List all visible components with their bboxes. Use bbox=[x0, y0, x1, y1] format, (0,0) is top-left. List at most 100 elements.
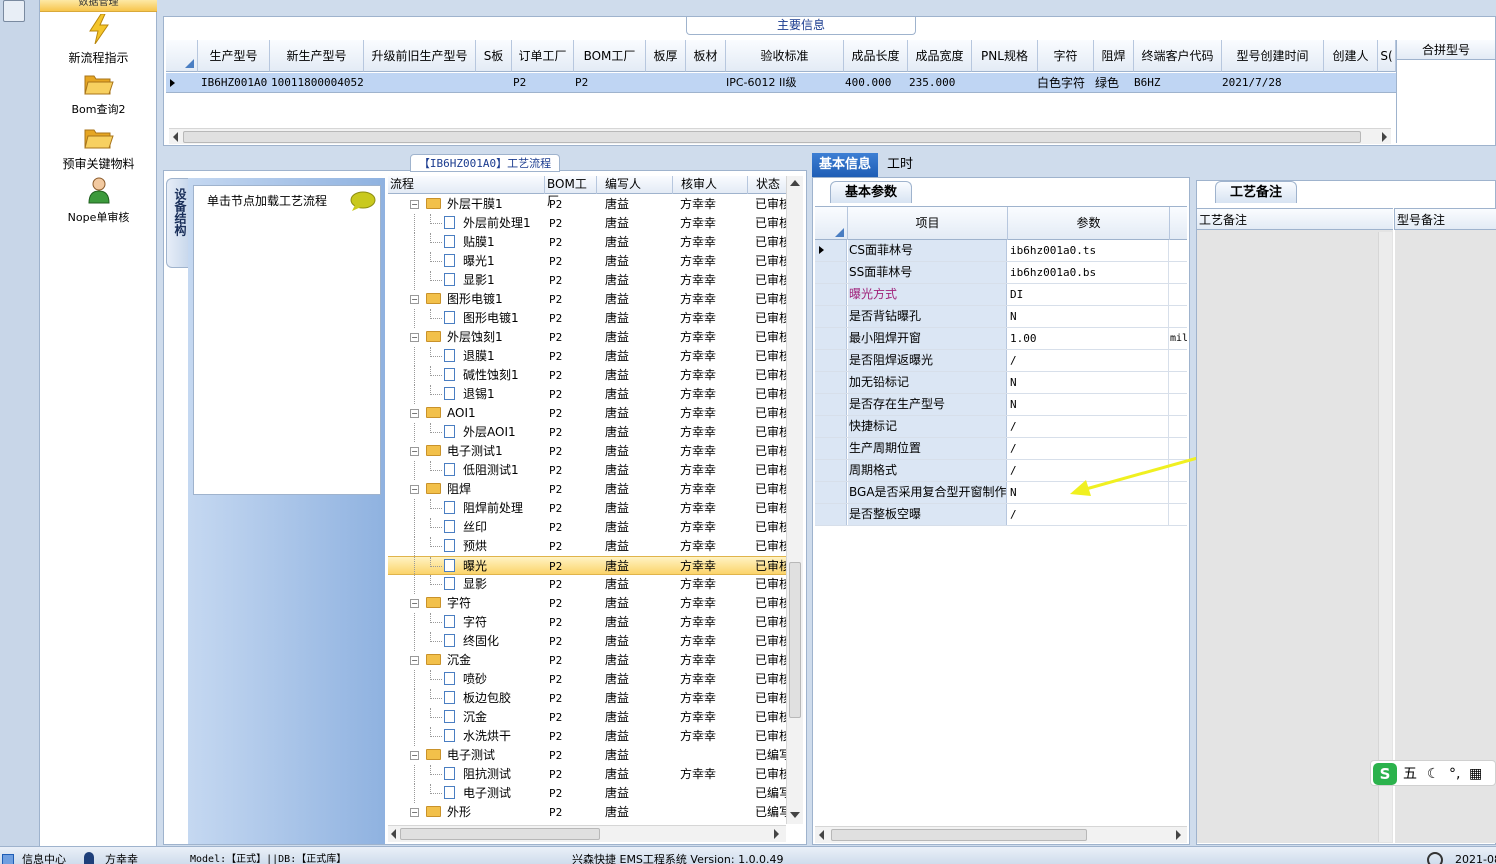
row-header[interactable] bbox=[815, 262, 847, 283]
tree-row[interactable]: 终固化 P2 唐益 方幸幸 已审核 bbox=[388, 632, 786, 651]
horizontal-scrollbar[interactable] bbox=[815, 826, 1187, 843]
scroll-right-arrow-icon[interactable] bbox=[1382, 132, 1387, 142]
row-header[interactable] bbox=[815, 438, 847, 459]
tree-row[interactable]: 沉金 P2 唐益 方幸幸 已审核 bbox=[388, 708, 786, 727]
tab-basic-info[interactable]: 基本信息 bbox=[812, 153, 878, 177]
param-row[interactable]: 曝光方式 DI bbox=[815, 284, 1187, 306]
scroll-left-arrow-icon[interactable] bbox=[391, 829, 396, 839]
collapse-toggle-icon[interactable]: − bbox=[410, 480, 422, 499]
col-header[interactable]: 型号创建时间 bbox=[1222, 40, 1324, 72]
param-row[interactable]: 是否阻焊返曝光 / bbox=[815, 350, 1187, 372]
param-value[interactable]: 1.00 bbox=[1008, 328, 1169, 349]
keyboard-icon[interactable]: ▦ bbox=[1469, 761, 1482, 787]
tab-work-hours[interactable]: 工时 bbox=[880, 153, 920, 177]
tab-process-remarks[interactable]: 工艺备注 bbox=[1215, 181, 1297, 203]
ime-toolbar[interactable]: S 五 ☾ °, ▦ bbox=[1370, 760, 1496, 786]
tree-row[interactable]: 电子测试 P2 唐益 已编写 bbox=[388, 784, 786, 803]
tree-row[interactable]: 低阻测试1 P2 唐益 方幸幸 已审核 bbox=[388, 461, 786, 480]
tree-row[interactable]: − 阻焊 P2 唐益 方幸幸 已审核 bbox=[388, 480, 786, 499]
tree-row[interactable]: 阻抗测试 P2 唐益 方幸幸 已审核 bbox=[388, 765, 786, 784]
param-row[interactable]: CS面菲林号 ib6hz001a0.ts bbox=[815, 240, 1187, 262]
col-header[interactable]: 型号备注 bbox=[1394, 208, 1496, 230]
merge-model-header[interactable]: 合拼型号 bbox=[1397, 40, 1495, 60]
punctuation-icon[interactable]: °, bbox=[1449, 761, 1460, 787]
scroll-thumb[interactable] bbox=[183, 131, 1361, 143]
tree-row[interactable]: 显影1 P2 唐益 方幸幸 已审核 bbox=[388, 271, 786, 290]
row-header[interactable] bbox=[815, 394, 847, 415]
tree-row[interactable]: 丝印 P2 唐益 方幸幸 已审核 bbox=[388, 518, 786, 537]
collapse-toggle-icon[interactable]: − bbox=[410, 594, 422, 613]
row-header[interactable] bbox=[815, 482, 847, 503]
collapse-toggle-icon[interactable]: − bbox=[410, 290, 422, 309]
cell[interactable]: 白色字符 bbox=[1034, 73, 1094, 93]
param-value[interactable]: ib6hz001a0.ts bbox=[1008, 240, 1169, 261]
scroll-up-arrow-icon[interactable] bbox=[790, 180, 800, 186]
param-value[interactable]: / bbox=[1008, 504, 1169, 525]
scroll-left-arrow-icon[interactable] bbox=[173, 132, 178, 142]
horizontal-scrollbar[interactable] bbox=[169, 128, 1391, 144]
param-value[interactable]: N bbox=[1008, 306, 1169, 327]
col-header[interactable]: 阻焊 bbox=[1094, 40, 1134, 72]
tree-row[interactable]: − 外形 P2 唐益 已编写 bbox=[388, 803, 786, 822]
row-header[interactable] bbox=[815, 328, 847, 349]
col-header[interactable]: 编写人 bbox=[597, 176, 673, 194]
horizontal-scrollbar[interactable] bbox=[388, 825, 786, 842]
row-header[interactable] bbox=[815, 372, 847, 393]
row-header[interactable] bbox=[815, 240, 847, 261]
col-header[interactable]: BOM工厂 bbox=[574, 40, 646, 72]
scroll-right-arrow-icon[interactable] bbox=[774, 829, 779, 839]
tree-row[interactable]: − AOI1 P2 唐益 方幸幸 已审核 bbox=[388, 404, 786, 423]
tree-row[interactable]: 曝光1 P2 唐益 方幸幸 已审核 bbox=[388, 252, 786, 271]
tree-row[interactable]: 曝光 P2 唐益 方幸幸 已审核 bbox=[388, 556, 786, 576]
param-row[interactable]: 快捷标记 / bbox=[815, 416, 1187, 438]
collapse-toggle-icon[interactable]: − bbox=[410, 803, 422, 822]
param-value[interactable]: N bbox=[1008, 394, 1169, 415]
col-header[interactable]: 流程 bbox=[388, 176, 545, 194]
col-header[interactable]: 升级前旧生产型号 bbox=[364, 40, 476, 72]
model-remarks-text[interactable] bbox=[1395, 230, 1496, 843]
row-header[interactable] bbox=[815, 306, 847, 327]
tree-row[interactable]: 喷砂 P2 唐益 方幸幸 已审核 bbox=[388, 670, 786, 689]
col-header[interactable]: PNL规格 bbox=[972, 40, 1038, 72]
col-header[interactable]: S板 bbox=[476, 40, 512, 72]
scroll-right-arrow-icon[interactable] bbox=[1176, 830, 1181, 840]
load-process-box[interactable]: 单击节点加载工艺流程 bbox=[193, 185, 381, 495]
vertical-scrollbar[interactable] bbox=[1378, 232, 1392, 842]
process-remarks-text[interactable] bbox=[1197, 230, 1393, 843]
col-header[interactable]: 订单工厂 bbox=[512, 40, 574, 72]
cell[interactable]: 10011800004052 bbox=[268, 73, 364, 93]
row-header[interactable] bbox=[815, 460, 847, 481]
tree-row[interactable]: − 电子测试1 P2 唐益 方幸幸 已审核 bbox=[388, 442, 786, 461]
tree-row[interactable]: 退锡1 P2 唐益 方幸幸 已审核 bbox=[388, 385, 786, 404]
col-header[interactable]: 板厚 bbox=[646, 40, 686, 72]
col-header[interactable]: 状态 bbox=[748, 176, 788, 194]
ime-mode-label[interactable]: 五 bbox=[1403, 761, 1417, 787]
cell[interactable]: 2021/7/28 bbox=[1219, 73, 1319, 93]
cell[interactable]: P2 bbox=[510, 73, 550, 93]
col-header[interactable]: 终端客户代码 bbox=[1134, 40, 1222, 72]
tree-row[interactable]: − 电子测试 P2 唐益 已编写 bbox=[388, 746, 786, 765]
scroll-down-arrow-icon[interactable] bbox=[790, 812, 800, 818]
nav-item-nope-review[interactable]: Nope单审核 bbox=[40, 176, 157, 225]
tree-row[interactable]: − 字符 P2 唐益 方幸幸 已审核 bbox=[388, 594, 786, 613]
tree-row[interactable]: 外层AOI1 P2 唐益 方幸幸 已审核 bbox=[388, 423, 786, 442]
col-header[interactable]: 新生产型号 bbox=[270, 40, 364, 72]
tab-basic-params[interactable]: 基本参数 bbox=[830, 181, 912, 203]
cell[interactable]: 绿色 bbox=[1092, 73, 1134, 93]
nav-item-new-process[interactable]: 新流程指示 bbox=[40, 13, 157, 66]
scroll-thumb[interactable] bbox=[831, 829, 1087, 841]
col-header[interactable]: 板材 bbox=[686, 40, 726, 72]
tree-row[interactable]: 碱性蚀刻1 P2 唐益 方幸幸 已审核 bbox=[388, 366, 786, 385]
col-header[interactable]: S( bbox=[1378, 40, 1396, 72]
scroll-thumb[interactable] bbox=[789, 562, 801, 718]
cell[interactable]: P2 bbox=[572, 73, 612, 93]
collapse-toggle-icon[interactable]: − bbox=[410, 651, 422, 670]
status-info-center[interactable]: 信息中心 bbox=[22, 847, 66, 864]
scroll-thumb[interactable] bbox=[400, 828, 600, 840]
tree-row[interactable]: 图形电镀1 P2 唐益 方幸幸 已审核 bbox=[388, 309, 786, 328]
moon-icon[interactable]: ☾ bbox=[1427, 761, 1440, 787]
col-header[interactable]: 成品宽度 bbox=[908, 40, 972, 72]
tree-row[interactable]: − 外层蚀刻1 P2 唐益 方幸幸 已审核 bbox=[388, 328, 786, 347]
cell[interactable]: 235.000 bbox=[906, 73, 970, 93]
nav-active-tab[interactable]: 数据管理 bbox=[40, 0, 157, 12]
